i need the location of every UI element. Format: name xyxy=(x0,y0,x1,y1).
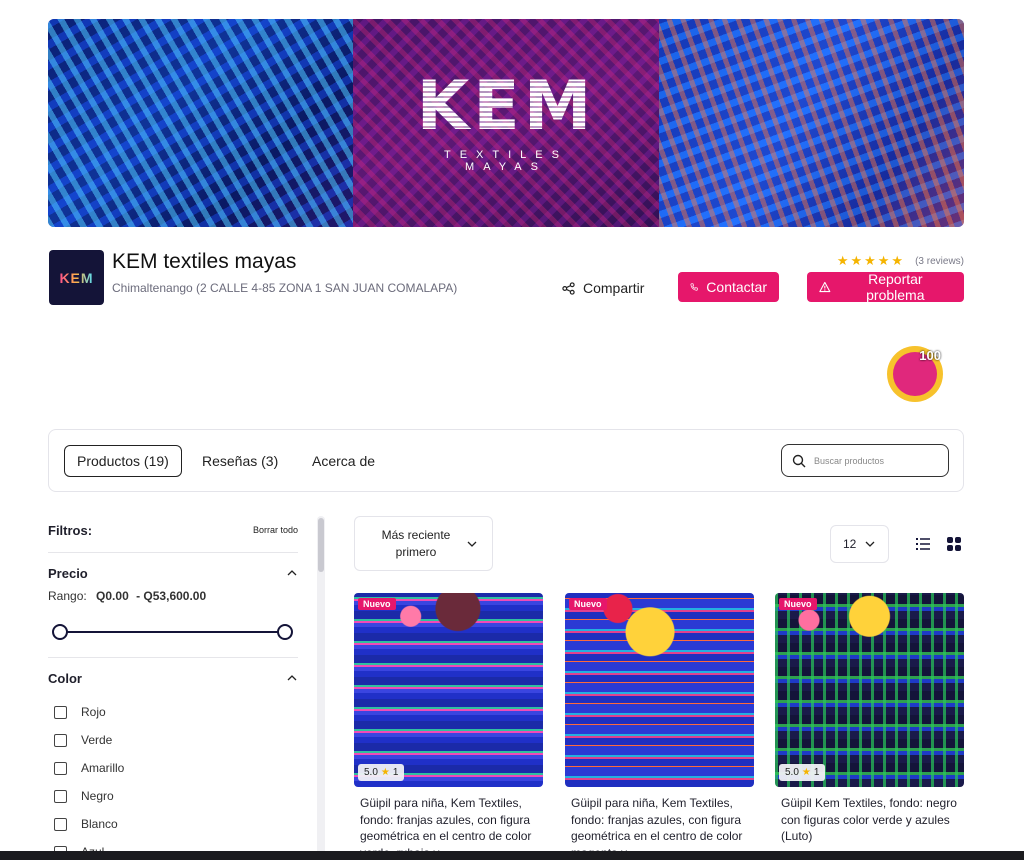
product-title[interactable]: Güipil para niña, Kem Textiles, fondo: f… xyxy=(354,787,543,857)
store-avatar-text: KEM xyxy=(59,269,94,286)
badge-label: 100 xyxy=(919,348,941,363)
reviews-count[interactable]: (3 reviews) xyxy=(915,256,964,267)
color-option-label: Blanco xyxy=(81,817,118,831)
price-range-text: Rango: Q0.00 - Q53,600.00 xyxy=(48,589,298,603)
sort-label: Más reciente primero xyxy=(381,528,451,559)
report-problem-button[interactable]: Reportar problema xyxy=(807,271,964,303)
per-page-dropdown[interactable]: 12 xyxy=(830,525,889,563)
window-bottom-edge xyxy=(0,851,1024,860)
chevron-up-icon xyxy=(287,570,297,576)
color-filter-title: Color xyxy=(48,670,82,686)
color-option[interactable]: Rojo xyxy=(48,698,298,726)
checkbox[interactable] xyxy=(54,817,67,831)
search-icon xyxy=(792,454,806,467)
rating-value: 5.0 xyxy=(785,767,799,778)
banner-logo-subtitle: TEXTILES MAYAS xyxy=(444,149,568,173)
color-option-label: Verde xyxy=(81,733,113,747)
product-card[interactable]: Nuevo 5.0 ★ 1 Güipil Kem Textiles, fondo… xyxy=(775,593,964,857)
rating-chip: 5.0 ★ 1 xyxy=(779,764,826,781)
per-page-value: 12 xyxy=(843,537,857,551)
product-card[interactable]: Nuevo Güipil para niña, Kem Textiles, fo… xyxy=(565,593,754,857)
color-options: Rojo Verde Amarillo Negro Blanco Azul xyxy=(48,698,298,860)
warning-icon xyxy=(819,281,831,293)
color-option[interactable]: Negro xyxy=(48,782,298,810)
price-slider[interactable] xyxy=(48,619,298,645)
product-image[interactable]: Nuevo 5.0 ★ 1 xyxy=(354,593,543,787)
chevron-down-icon xyxy=(865,541,875,547)
tab-products[interactable]: Productos (19) xyxy=(64,445,182,477)
checkbox[interactable] xyxy=(54,789,67,803)
banner-logo-mark: KEM xyxy=(416,67,596,146)
range-min: Q0.00 xyxy=(96,589,129,603)
grid-view-icon[interactable] xyxy=(947,537,961,551)
rating-count: 1 xyxy=(813,767,820,778)
price-filter-title: Precio xyxy=(48,565,88,581)
share-label: Compartir xyxy=(583,280,645,296)
store-address: Chimaltenango (2 CALLE 4-85 ZONA 1 SAN J… xyxy=(112,281,458,295)
store-rating: ★★★★★ (3 reviews) xyxy=(837,253,964,269)
sort-dropdown[interactable]: Más reciente primero xyxy=(354,516,493,571)
banner-textile-left xyxy=(48,19,354,227)
slider-track xyxy=(60,631,286,633)
product-image[interactable]: Nuevo 5.0 ★ 1 xyxy=(775,593,964,787)
rating-count: 1 xyxy=(392,767,399,778)
rating-value: 5.0 xyxy=(364,767,378,778)
banner-textile-center: KEM TEXTILES MAYAS xyxy=(353,19,659,227)
list-view-icon[interactable] xyxy=(915,536,931,552)
color-option-label: Amarillo xyxy=(81,761,125,775)
color-option-label: Rojo xyxy=(81,705,106,719)
report-label: Reportar problema xyxy=(866,271,925,303)
new-badge: Nuevo xyxy=(358,598,396,610)
divider xyxy=(48,657,298,658)
checkbox[interactable] xyxy=(54,733,67,747)
star-icon: ★ xyxy=(801,767,811,778)
search-input[interactable] xyxy=(814,455,934,466)
contact-button[interactable]: Contactar xyxy=(678,272,779,302)
divider xyxy=(48,552,298,553)
product-image[interactable]: Nuevo xyxy=(565,593,754,787)
checkbox[interactable] xyxy=(54,761,67,775)
share-button[interactable]: Compartir xyxy=(562,274,644,302)
price-filter-header[interactable]: Precio xyxy=(48,561,298,585)
rating-chip: 5.0 ★ 1 xyxy=(358,764,405,781)
product-card[interactable]: Nuevo 5.0 ★ 1 Güipil para niña, Kem Text… xyxy=(354,593,543,857)
tab-reviews[interactable]: Reseñas (3) xyxy=(202,445,278,477)
color-option[interactable]: Verde xyxy=(48,726,298,754)
bird-icon: 100 xyxy=(893,348,941,396)
chevron-up-icon xyxy=(287,675,297,681)
banner-logo: KEM TEXTILES MAYAS xyxy=(416,67,596,174)
product-title[interactable]: Güipil Kem Textiles, fondo: negro con fi… xyxy=(775,787,964,857)
color-filter-header[interactable]: Color xyxy=(48,666,298,690)
tab-about[interactable]: Acerca de xyxy=(312,445,375,477)
rating-stars-icon: ★★★★★ xyxy=(836,253,906,268)
clear-filters-link[interactable]: Borrar todo xyxy=(253,525,298,535)
sidebar-scrollbar[interactable] xyxy=(317,516,325,860)
range-label: Rango: xyxy=(48,589,87,603)
product-title[interactable]: Güipil para niña, Kem Textiles, fondo: f… xyxy=(565,787,754,857)
product-search xyxy=(781,444,949,477)
range-max: - Q53,600.00 xyxy=(136,589,207,603)
store-tabs: Productos (19) Reseñas (3) Acerca de xyxy=(48,429,964,492)
store-avatar: KEM xyxy=(49,250,104,305)
banner-textile-right xyxy=(658,19,964,227)
slider-max-handle[interactable] xyxy=(277,624,293,640)
scrollbar-thumb[interactable] xyxy=(318,518,324,572)
new-badge: Nuevo xyxy=(569,598,607,610)
filters-sidebar: Filtros: Borrar todo Precio Rango: Q0.00… xyxy=(48,516,298,860)
seller-badge: 100 xyxy=(887,346,943,402)
filters-title: Filtros: xyxy=(48,522,93,538)
star-icon: ★ xyxy=(380,767,390,778)
store-banner: KEM TEXTILES MAYAS xyxy=(48,19,964,227)
store-name: KEM textiles mayas xyxy=(112,250,297,273)
new-badge: Nuevo xyxy=(779,598,817,610)
slider-min-handle[interactable] xyxy=(52,624,68,640)
color-option[interactable]: Blanco xyxy=(48,810,298,838)
contact-label: Contactar xyxy=(706,279,767,295)
chevron-down-icon xyxy=(467,541,477,547)
phone-icon xyxy=(690,283,698,291)
checkbox[interactable] xyxy=(54,705,67,719)
color-option[interactable]: Amarillo xyxy=(48,754,298,782)
color-option-label: Negro xyxy=(81,789,114,803)
share-icon xyxy=(562,281,575,295)
